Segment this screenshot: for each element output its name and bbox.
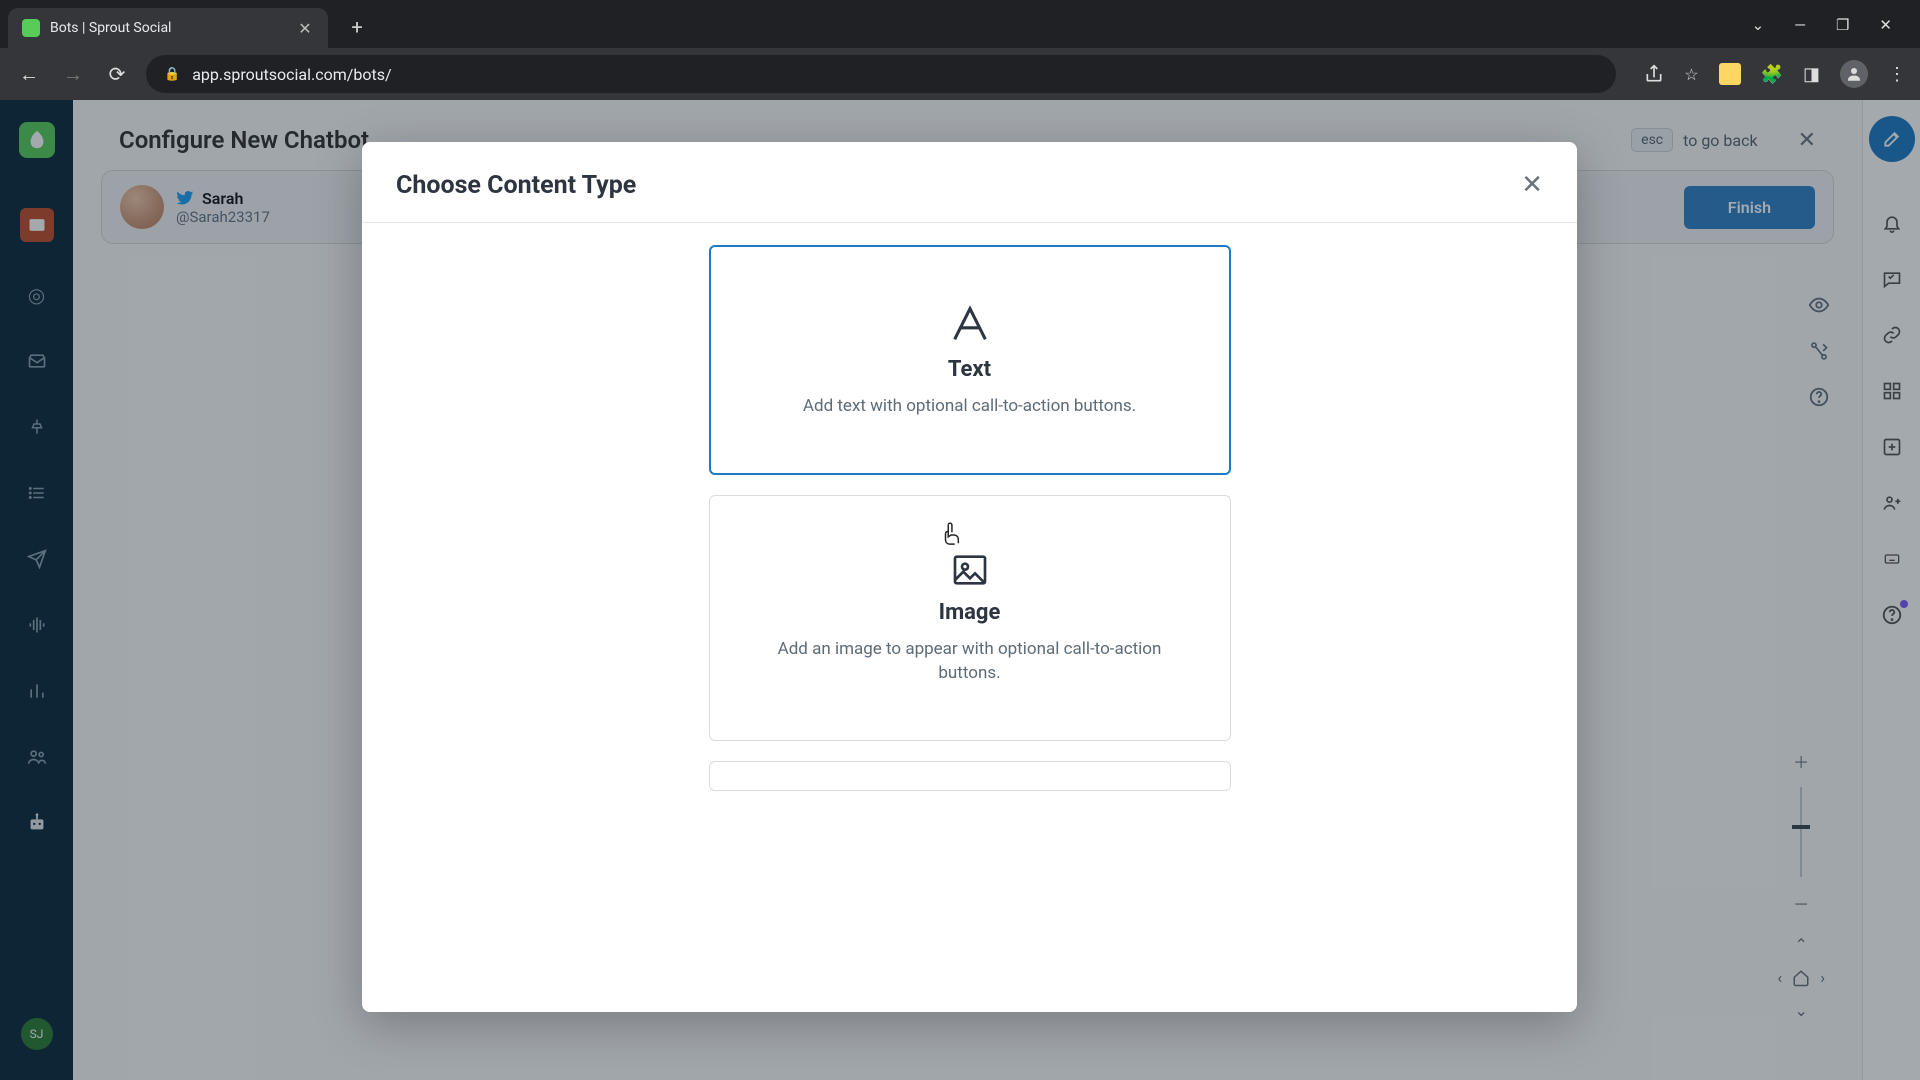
tab-title: Bots | Sprout Social <box>50 20 171 36</box>
content-type-image-card[interactable]: Image Add an image to appear with option… <box>709 495 1231 741</box>
share-icon[interactable] <box>1644 64 1664 84</box>
browser-tab[interactable]: Bots | Sprout Social ✕ <box>8 8 328 48</box>
extension-badge-icon[interactable] <box>1719 63 1741 85</box>
modal-body[interactable]: Text Add text with optional call-to-acti… <box>362 223 1577 1012</box>
option-desc: Add text with optional call-to-action bu… <box>803 394 1136 419</box>
lock-icon: 🔒 <box>164 67 180 82</box>
option-desc: Add an image to appear with optional cal… <box>760 637 1180 686</box>
profile-avatar-icon[interactable] <box>1840 60 1868 88</box>
image-type-icon <box>947 550 993 590</box>
window-close-icon[interactable]: ✕ <box>1879 16 1892 34</box>
window-maximize-icon[interactable]: ❐ <box>1836 16 1849 34</box>
content-type-more-card[interactable] <box>709 761 1231 791</box>
new-tab-button[interactable]: + <box>342 12 372 42</box>
option-title: Text <box>948 357 991 382</box>
modal-close-icon[interactable]: ✕ <box>1521 170 1543 200</box>
modal-title: Choose Content Type <box>396 171 636 200</box>
side-panel-icon[interactable]: ◨ <box>1803 64 1820 85</box>
browser-tab-strip: Bots | Sprout Social ✕ + ⌄ — ❐ ✕ <box>0 0 1920 48</box>
window-controls: ⌄ — ❐ ✕ <box>1752 16 1912 48</box>
browser-toolbar: ← → ⟳ 🔒 app.sproutsocial.com/bots/ ☆ 🧩 ◨… <box>0 48 1920 100</box>
address-bar[interactable]: 🔒 app.sproutsocial.com/bots/ <box>146 55 1616 93</box>
tab-close-icon[interactable]: ✕ <box>296 19 314 37</box>
window-minimize-icon[interactable]: — <box>1794 16 1806 34</box>
tab-favicon <box>22 19 40 37</box>
content-type-modal: Choose Content Type ✕ Text Add text with… <box>362 142 1577 1012</box>
option-title: Image <box>939 600 1001 625</box>
back-button[interactable]: ← <box>14 59 44 89</box>
text-type-icon <box>947 301 993 347</box>
extensions-icon[interactable]: 🧩 <box>1761 64 1783 85</box>
url-text: app.sproutsocial.com/bots/ <box>192 65 391 84</box>
bookmark-icon[interactable]: ☆ <box>1684 65 1698 84</box>
content-type-text-card[interactable]: Text Add text with optional call-to-acti… <box>709 245 1231 475</box>
browser-menu-icon[interactable]: ⋮ <box>1888 64 1906 85</box>
window-chevron-icon[interactable]: ⌄ <box>1752 16 1765 34</box>
reload-button[interactable]: ⟳ <box>102 59 132 89</box>
forward-button[interactable]: → <box>58 59 88 89</box>
